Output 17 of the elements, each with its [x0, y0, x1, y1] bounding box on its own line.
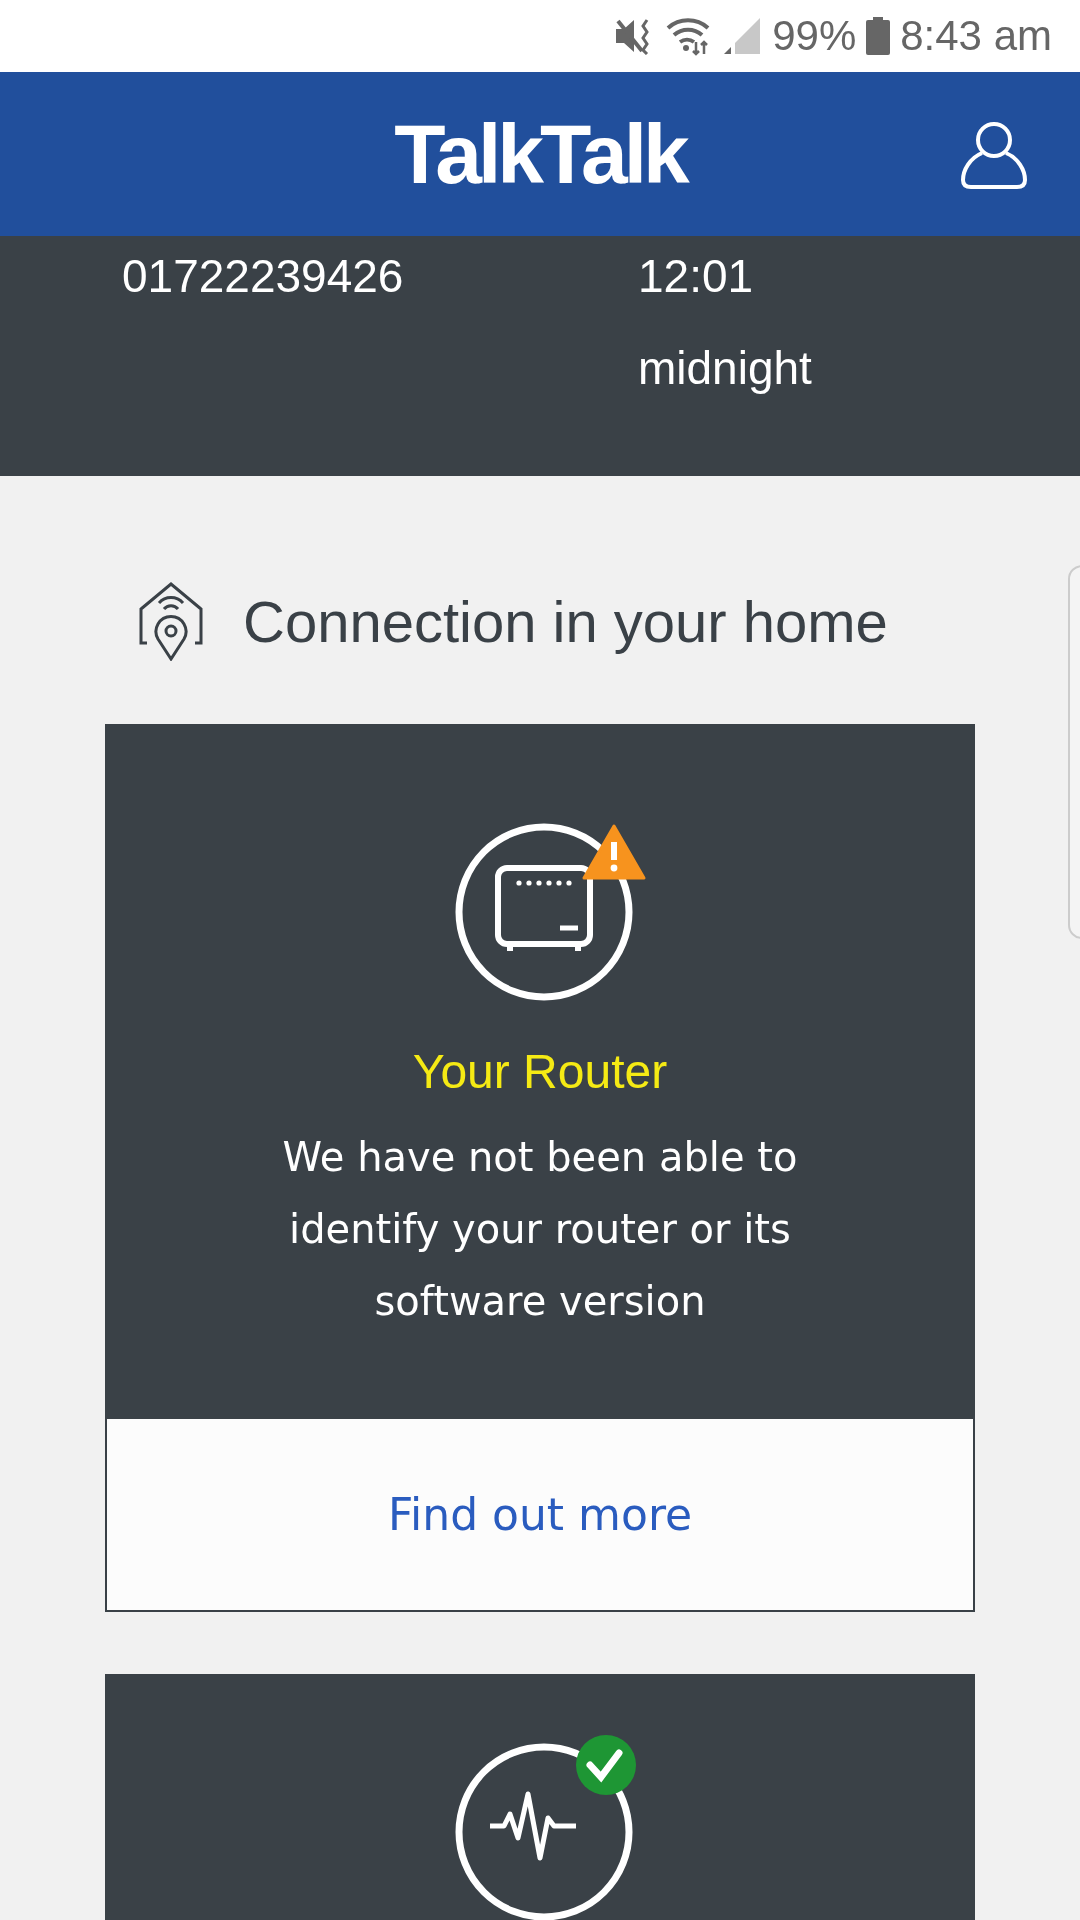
find-out-more-link[interactable]: Find out more — [105, 1417, 975, 1612]
home-location-icon — [137, 581, 205, 661]
section-title: Connection in your home — [243, 587, 888, 655]
warning-icon — [582, 824, 646, 880]
account-icon[interactable] — [960, 120, 1028, 190]
battery-percentage: 99% — [772, 12, 857, 60]
clock: 8:43 am — [900, 12, 1052, 60]
time-text: 12:01 midnight — [638, 249, 813, 396]
talktalk-logo: TalkTalk — [394, 105, 686, 203]
router-icon — [495, 865, 593, 954]
signal-icon — [722, 16, 763, 56]
card-title: Your Router — [412, 1044, 668, 1099]
check-icon — [576, 1735, 636, 1795]
pulse-icon — [490, 1791, 576, 1861]
card-description: We have not been able to identify your router or its software version — [281, 1133, 799, 1326]
battery-icon — [866, 17, 891, 55]
phone-number: 01722239426 — [122, 249, 405, 304]
